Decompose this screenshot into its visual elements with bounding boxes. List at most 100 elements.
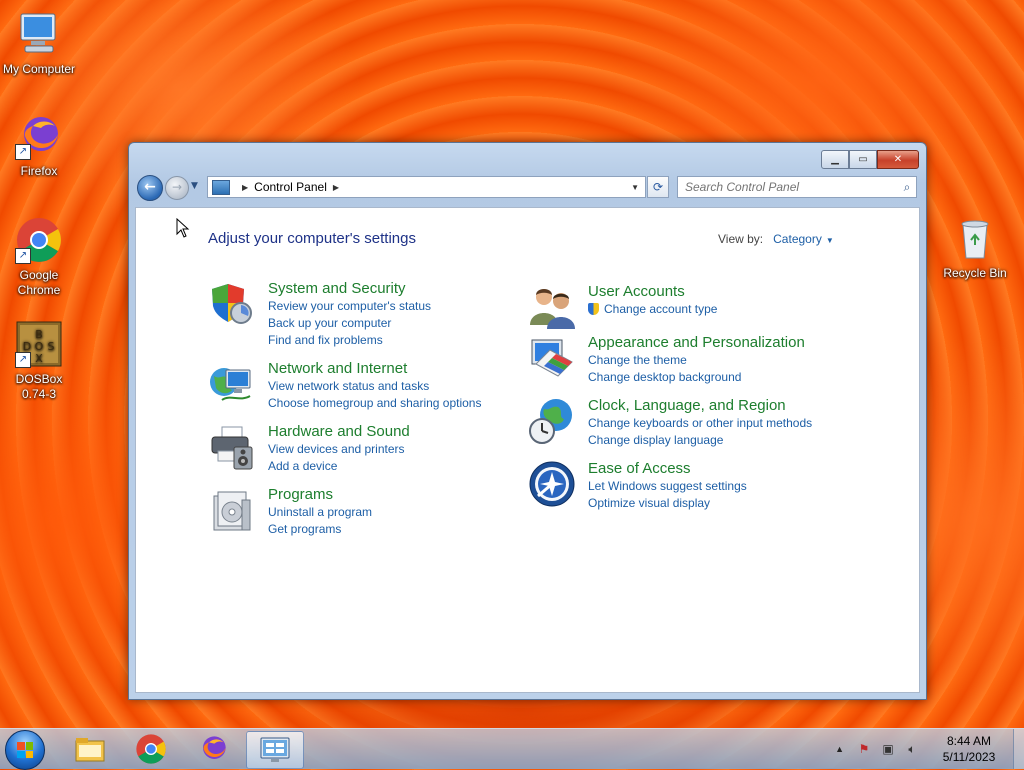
taskbar-chrome[interactable] (123, 731, 179, 767)
category-title[interactable]: Clock, Language, and Region (588, 397, 868, 415)
ease-of-access-icon[interactable] (528, 460, 576, 508)
desktop-icon-google-chrome[interactable]: ↗ Google Chrome (0, 216, 78, 298)
file-explorer-icon (75, 738, 105, 762)
category-link[interactable]: Change display language (588, 432, 868, 449)
firefox-icon: ↗ (15, 112, 63, 160)
control-panel-window[interactable]: ▁ ▭ ✕ ← → ▼ ▶ Control Panel ▶ ▼ ⟳ ⌕ Adju… (128, 142, 927, 700)
start-button[interactable] (5, 730, 45, 770)
category-link[interactable]: View devices and printers (268, 441, 548, 458)
uac-shield-icon (588, 303, 599, 315)
category-link[interactable]: Choose homegroup and sharing options (268, 395, 548, 412)
category-link[interactable]: Back up your computer (268, 315, 548, 332)
desktop-icon-recycle-bin[interactable]: Recycle Bin (936, 214, 1014, 281)
category-title[interactable]: Appearance and Personalization (588, 334, 868, 352)
category-link[interactable]: Change desktop background (588, 369, 868, 386)
breadcrumb-control-panel[interactable]: Control Panel (254, 180, 327, 194)
taskbar: ▲ ⚑ ▣ 🔈︎ 8:44 AM 5/11/2023 (0, 728, 1024, 770)
search-input[interactable] (683, 179, 898, 195)
category-link[interactable]: Let Windows suggest settings (588, 478, 868, 495)
view-by-dropdown[interactable]: Category (773, 232, 822, 246)
shortcut-arrow-icon: ↗ (15, 248, 31, 264)
category-link-text: Change account type (604, 302, 718, 316)
clock-globe-icon[interactable] (528, 397, 576, 445)
shortcut-arrow-icon: ↗ (15, 352, 31, 368)
recent-pages-dropdown[interactable]: ▼ (191, 181, 198, 191)
minimize-button[interactable]: ▁ (821, 150, 849, 169)
windows-logo-icon (17, 742, 33, 758)
control-panel-icon (212, 179, 230, 195)
category-link[interactable]: Optimize visual display (588, 495, 868, 512)
category-title[interactable]: User Accounts (588, 283, 868, 301)
shortcut-arrow-icon: ↗ (15, 144, 31, 160)
maximize-icon: ▭ (858, 154, 868, 165)
category-link[interactable]: Add a device (268, 458, 548, 475)
category-title[interactable]: System and Security (268, 280, 548, 298)
show-hidden-icons-button[interactable]: ▲ (835, 744, 844, 754)
category-link[interactable]: Uninstall a program (268, 504, 548, 521)
clock-date: 5/11/2023 (942, 750, 996, 764)
clock-time: 8:44 AM (946, 734, 992, 748)
mouse-cursor-icon (176, 217, 190, 241)
desktop-icon-label: Google Chrome (17, 268, 61, 297)
category-link[interactable]: Change the theme (588, 352, 868, 369)
category-title[interactable]: Hardware and Sound (268, 423, 548, 441)
category-link[interactable]: Find and fix problems (268, 332, 548, 349)
breadcrumb-chevron-icon[interactable]: ▶ (333, 183, 339, 192)
svg-text:X: X (35, 352, 43, 365)
taskbar-clock[interactable]: 8:44 AM 5/11/2023 (934, 733, 1004, 765)
computer-icon (15, 10, 63, 58)
action-center-flag-icon[interactable]: ⚑ (856, 741, 872, 757)
desktop-icon-my-computer[interactable]: My Computer (0, 10, 78, 77)
printer-icon[interactable] (208, 423, 256, 471)
close-button[interactable]: ✕ (877, 150, 919, 169)
view-by-label: View by: (718, 232, 764, 246)
desktop-icon-label: DOSBox 0.74-3 (15, 372, 63, 401)
search-icon[interactable]: ⌕ (898, 180, 916, 195)
programs-box-icon[interactable] (208, 486, 256, 534)
taskbar-firefox[interactable] (185, 731, 241, 767)
maximize-button[interactable]: ▭ (849, 150, 877, 169)
category-title[interactable]: Ease of Access (588, 460, 868, 478)
control-panel-content: Adjust your computer's settings View by:… (135, 207, 920, 693)
volume-icon[interactable]: 🔈︎ (904, 741, 920, 757)
chrome-icon: ↗ (15, 216, 63, 264)
address-bar[interactable]: ▶ Control Panel ▶ ▼ (207, 176, 646, 198)
back-arrow-icon: ← (144, 179, 156, 195)
view-by: View by: Category ▼ (718, 232, 834, 246)
address-dropdown-icon[interactable]: ▼ (631, 183, 639, 192)
refresh-icon: ⟳ (652, 180, 664, 194)
desktop-icon-dosbox[interactable]: BDOSX ↗ DOSBox 0.74-3 (0, 320, 78, 402)
chevron-down-icon[interactable]: ▼ (826, 236, 834, 245)
shield-icon[interactable] (208, 280, 256, 328)
category-link[interactable]: Change account type (588, 301, 868, 318)
network-icon[interactable]: ▣ (880, 741, 896, 757)
control-panel-icon (260, 737, 290, 762)
search-box[interactable]: ⌕ (677, 176, 917, 198)
system-tray: ▲ ⚑ ▣ 🔈︎ 8:44 AM 5/11/2023 (835, 733, 1004, 765)
desktop-icon-firefox[interactable]: ↗ Firefox (0, 112, 78, 179)
back-button[interactable]: ← (137, 175, 163, 201)
users-icon[interactable] (528, 283, 576, 331)
taskbar-file-explorer[interactable] (62, 731, 118, 767)
network-globe-icon[interactable] (208, 360, 256, 408)
recycle-bin-icon (951, 214, 999, 262)
navigation-bar: ← → ▼ ▶ Control Panel ▶ ▼ ⟳ ⌕ (137, 175, 917, 201)
category-link[interactable]: Change keyboards or other input methods (588, 415, 868, 432)
monitor-palette-icon[interactable] (528, 334, 576, 382)
show-desktop-button[interactable] (1013, 729, 1024, 769)
close-icon: ✕ (893, 154, 903, 165)
refresh-button[interactable]: ⟳ (647, 176, 669, 198)
category-title[interactable]: Programs (268, 486, 548, 504)
forward-button[interactable]: → (165, 176, 189, 200)
taskbar-control-panel[interactable] (246, 731, 304, 769)
category-title[interactable]: Network and Internet (268, 360, 548, 378)
window-controls: ▁ ▭ ✕ (821, 150, 919, 169)
category-link[interactable]: View network status and tasks (268, 378, 548, 395)
firefox-icon (203, 736, 226, 759)
desktop-icon-label: Firefox (20, 164, 58, 178)
category-link[interactable]: Get programs (268, 521, 548, 538)
category-link[interactable]: Review your computer's status (268, 298, 548, 315)
desktop-icon-label: My Computer (2, 62, 76, 76)
breadcrumb-chevron-icon[interactable]: ▶ (242, 183, 248, 192)
desktop-icon-label: Recycle Bin (943, 266, 1007, 280)
